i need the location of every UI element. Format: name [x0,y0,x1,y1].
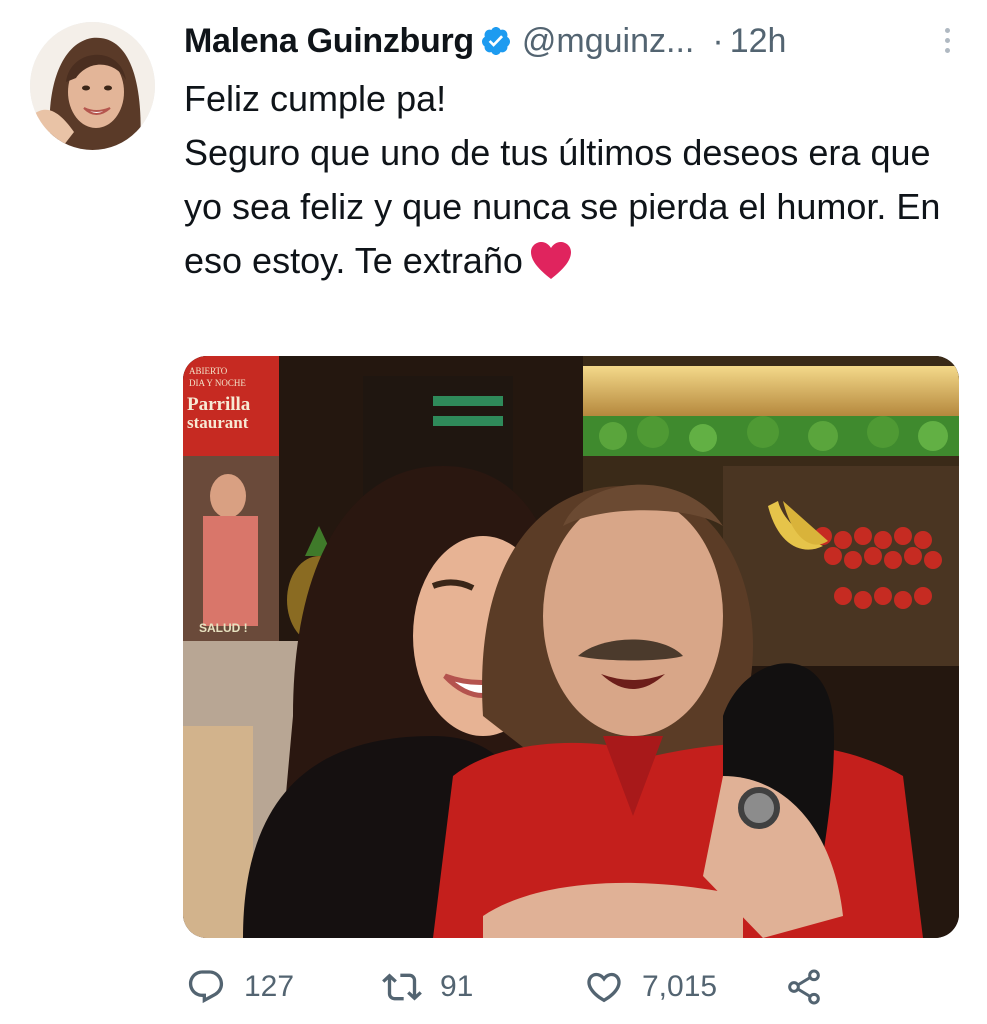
retweet-count: 91 [440,970,474,1003]
red-heart-emoji-icon [529,241,573,281]
profile-photo [30,22,155,150]
tweet-timestamp[interactable]: 12h [730,22,787,61]
tweet-actions: 127 91 7,015 [186,962,846,1012]
more-options-icon[interactable] [937,20,957,60]
author-name[interactable]: Malena Guinzburg [184,22,474,61]
tweet-photo[interactable]: ABIERTO DIA Y NOCHE Parrilla staurant SA… [183,356,959,938]
photo-scene: ABIERTO DIA Y NOCHE Parrilla staurant SA… [183,356,959,938]
author-handle[interactable]: @mguinz... [522,22,694,61]
reply-icon [188,970,224,1004]
verified-badge-icon [480,25,512,57]
tweet-text: Feliz cumple pa! Seguro que uno de tus ú… [184,72,944,288]
separator-dot: · [712,21,724,60]
share-icon [788,969,820,1005]
tweet-header: Malena Guinzburg @mguinz... · 12h [184,18,957,64]
poster-line-1: ABIERTO [189,366,228,376]
reply-count: 127 [244,970,295,1003]
poster-line-3: Parrilla [187,394,251,415]
author-avatar[interactable] [30,22,155,150]
tweet-line-body: Seguro que uno de tus últimos deseos era… [184,126,944,288]
like-count: 7,015 [642,970,718,1003]
poster-bottom-text: SALUD ! [199,621,248,635]
reply-button[interactable]: 127 [186,962,294,1012]
poster-line-2: DIA Y NOCHE [189,378,246,388]
like-button[interactable]: 7,015 [584,962,717,1012]
tweet-line-greeting: Feliz cumple pa! [184,78,447,119]
retweet-icon [382,973,422,1001]
heart-outline-icon [587,972,621,1003]
retweet-button[interactable]: 91 [382,962,473,1012]
poster-line-4: staurant [187,413,249,432]
share-button[interactable] [784,962,824,1012]
